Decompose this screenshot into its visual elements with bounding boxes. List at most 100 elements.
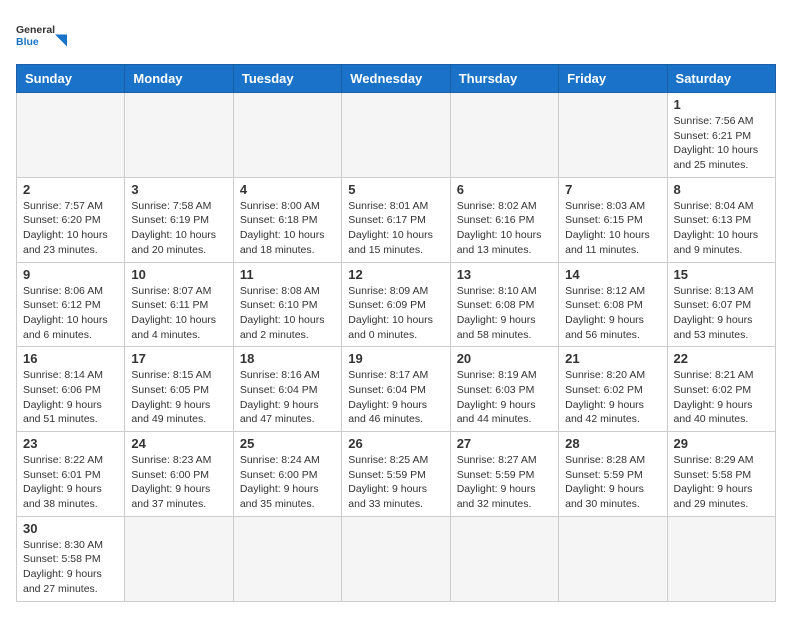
calendar-cell [125, 93, 233, 178]
calendar-cell: 20 Sunrise: 8:19 AM Sunset: 6:03 PM Dayli… [450, 347, 558, 432]
calendar-cell: 25 Sunrise: 8:24 AM Sunset: 6:00 PM Dayli… [233, 432, 341, 517]
calendar-cell: 2 Sunrise: 7:57 AM Sunset: 6:20 PM Daylig… [17, 177, 125, 262]
day-info: Sunrise: 8:30 AM Sunset: 5:58 PM Dayligh… [23, 538, 118, 597]
day-number: 25 [240, 436, 335, 451]
weekday-header-row: SundayMondayTuesdayWednesdayThursdayFrid… [17, 65, 776, 93]
weekday-header-tuesday: Tuesday [233, 65, 341, 93]
svg-text:General: General [16, 24, 55, 36]
calendar-header: SundayMondayTuesdayWednesdayThursdayFrid… [17, 65, 776, 93]
calendar-cell: 6Sunrise: 8:02 AM Sunset: 6:16 PM Daylig… [450, 177, 558, 262]
calendar-cell: 15Sunrise: 8:13 AM Sunset: 6:07 PM Dayli… [667, 262, 775, 347]
day-number: 16 [23, 351, 118, 366]
calendar-body: 1 Sunrise: 7:56 AM Sunset: 6:21 PM Daylig… [17, 93, 776, 602]
day-number: 17 [131, 351, 226, 366]
calendar-cell: 24Sunrise: 8:23 AM Sunset: 6:00 PM Dayli… [125, 432, 233, 517]
day-info: Sunrise: 8:06 AM Sunset: 6:12 PM Dayligh… [23, 284, 118, 343]
day-number: 29 [674, 436, 769, 451]
day-info: Sunrise: 8:16 AM Sunset: 6:04 PM Dayligh… [240, 368, 335, 427]
weekday-header-thursday: Thursday [450, 65, 558, 93]
day-number: 22 [674, 351, 769, 366]
day-number: 3 [131, 182, 226, 197]
calendar-cell: 8Sunrise: 8:04 AM Sunset: 6:13 PM Daylig… [667, 177, 775, 262]
day-info: Sunrise: 8:09 AM Sunset: 6:09 PM Dayligh… [348, 284, 443, 343]
weekday-header-sunday: Sunday [17, 65, 125, 93]
day-number: 6 [457, 182, 552, 197]
day-info: Sunrise: 8:13 AM Sunset: 6:07 PM Dayligh… [674, 284, 769, 343]
day-info: Sunrise: 8:03 AM Sunset: 6:15 PM Dayligh… [565, 199, 660, 258]
calendar-cell: 18 Sunrise: 8:16 AM Sunset: 6:04 PM Dayli… [233, 347, 341, 432]
logo-image: General Blue [16, 16, 76, 56]
svg-text:Blue: Blue [16, 36, 39, 48]
calendar-cell: 27 Sunrise: 8:27 AM Sunset: 5:59 PM Dayli… [450, 432, 558, 517]
day-number: 18 [240, 351, 335, 366]
calendar-cell: 17Sunrise: 8:15 AM Sunset: 6:05 PM Dayli… [125, 347, 233, 432]
day-info: Sunrise: 8:19 AM Sunset: 6:03 PM Dayligh… [457, 368, 552, 427]
calendar-cell [342, 93, 450, 178]
logo: General Blue [16, 16, 76, 56]
day-info: Sunrise: 8:01 AM Sunset: 6:17 PM Dayligh… [348, 199, 443, 258]
day-number: 26 [348, 436, 443, 451]
day-number: 2 [23, 182, 118, 197]
day-number: 1 [674, 97, 769, 112]
day-info: Sunrise: 8:17 AM Sunset: 6:04 PM Dayligh… [348, 368, 443, 427]
calendar-cell: 19 Sunrise: 8:17 AM Sunset: 6:04 PM Dayli… [342, 347, 450, 432]
day-number: 10 [131, 267, 226, 282]
calendar-cell: 10 Sunrise: 8:07 AM Sunset: 6:11 PM Dayli… [125, 262, 233, 347]
day-number: 19 [348, 351, 443, 366]
calendar-cell [667, 516, 775, 601]
day-number: 11 [240, 267, 335, 282]
calendar-week-5: 30Sunrise: 8:30 AM Sunset: 5:58 PM Dayli… [17, 516, 776, 601]
calendar-cell: 5 Sunrise: 8:01 AM Sunset: 6:17 PM Daylig… [342, 177, 450, 262]
calendar-cell [17, 93, 125, 178]
calendar-week-2: 9 Sunrise: 8:06 AM Sunset: 6:12 PM Daylig… [17, 262, 776, 347]
header: General Blue [16, 16, 776, 56]
day-number: 14 [565, 267, 660, 282]
day-info: Sunrise: 7:57 AM Sunset: 6:20 PM Dayligh… [23, 199, 118, 258]
calendar-cell: 9 Sunrise: 8:06 AM Sunset: 6:12 PM Daylig… [17, 262, 125, 347]
day-info: Sunrise: 8:12 AM Sunset: 6:08 PM Dayligh… [565, 284, 660, 343]
calendar-cell [559, 93, 667, 178]
weekday-header-monday: Monday [125, 65, 233, 93]
calendar-cell: 4 Sunrise: 8:00 AM Sunset: 6:18 PM Daylig… [233, 177, 341, 262]
day-number: 5 [348, 182, 443, 197]
weekday-header-friday: Friday [559, 65, 667, 93]
calendar-cell [450, 516, 558, 601]
day-number: 20 [457, 351, 552, 366]
day-info: Sunrise: 8:20 AM Sunset: 6:02 PM Dayligh… [565, 368, 660, 427]
weekday-header-saturday: Saturday [667, 65, 775, 93]
calendar-cell [233, 516, 341, 601]
day-info: Sunrise: 8:08 AM Sunset: 6:10 PM Dayligh… [240, 284, 335, 343]
calendar-cell: 13Sunrise: 8:10 AM Sunset: 6:08 PM Dayli… [450, 262, 558, 347]
day-number: 4 [240, 182, 335, 197]
day-number: 12 [348, 267, 443, 282]
day-number: 7 [565, 182, 660, 197]
day-info: Sunrise: 8:27 AM Sunset: 5:59 PM Dayligh… [457, 453, 552, 512]
day-number: 9 [23, 267, 118, 282]
calendar-cell [342, 516, 450, 601]
day-info: Sunrise: 8:24 AM Sunset: 6:00 PM Dayligh… [240, 453, 335, 512]
day-info: Sunrise: 8:22 AM Sunset: 6:01 PM Dayligh… [23, 453, 118, 512]
calendar-cell: 29 Sunrise: 8:29 AM Sunset: 5:58 PM Dayli… [667, 432, 775, 517]
day-info: Sunrise: 8:14 AM Sunset: 6:06 PM Dayligh… [23, 368, 118, 427]
calendar-cell [450, 93, 558, 178]
day-number: 23 [23, 436, 118, 451]
calendar-cell: 28Sunrise: 8:28 AM Sunset: 5:59 PM Dayli… [559, 432, 667, 517]
calendar-cell: 21Sunrise: 8:20 AM Sunset: 6:02 PM Dayli… [559, 347, 667, 432]
day-info: Sunrise: 8:29 AM Sunset: 5:58 PM Dayligh… [674, 453, 769, 512]
calendar-cell: 12 Sunrise: 8:09 AM Sunset: 6:09 PM Dayli… [342, 262, 450, 347]
calendar-cell [125, 516, 233, 601]
day-number: 8 [674, 182, 769, 197]
day-number: 24 [131, 436, 226, 451]
weekday-header-wednesday: Wednesday [342, 65, 450, 93]
day-info: Sunrise: 7:56 AM Sunset: 6:21 PM Dayligh… [674, 114, 769, 173]
calendar-cell: 1 Sunrise: 7:56 AM Sunset: 6:21 PM Daylig… [667, 93, 775, 178]
day-info: Sunrise: 8:07 AM Sunset: 6:11 PM Dayligh… [131, 284, 226, 343]
day-number: 27 [457, 436, 552, 451]
day-info: Sunrise: 8:25 AM Sunset: 5:59 PM Dayligh… [348, 453, 443, 512]
day-info: Sunrise: 8:00 AM Sunset: 6:18 PM Dayligh… [240, 199, 335, 258]
day-info: Sunrise: 8:28 AM Sunset: 5:59 PM Dayligh… [565, 453, 660, 512]
calendar-cell: 23 Sunrise: 8:22 AM Sunset: 6:01 PM Dayli… [17, 432, 125, 517]
calendar-cell: 11 Sunrise: 8:08 AM Sunset: 6:10 PM Dayli… [233, 262, 341, 347]
day-info: Sunrise: 7:58 AM Sunset: 6:19 PM Dayligh… [131, 199, 226, 258]
calendar: SundayMondayTuesdayWednesdayThursdayFrid… [16, 64, 776, 602]
